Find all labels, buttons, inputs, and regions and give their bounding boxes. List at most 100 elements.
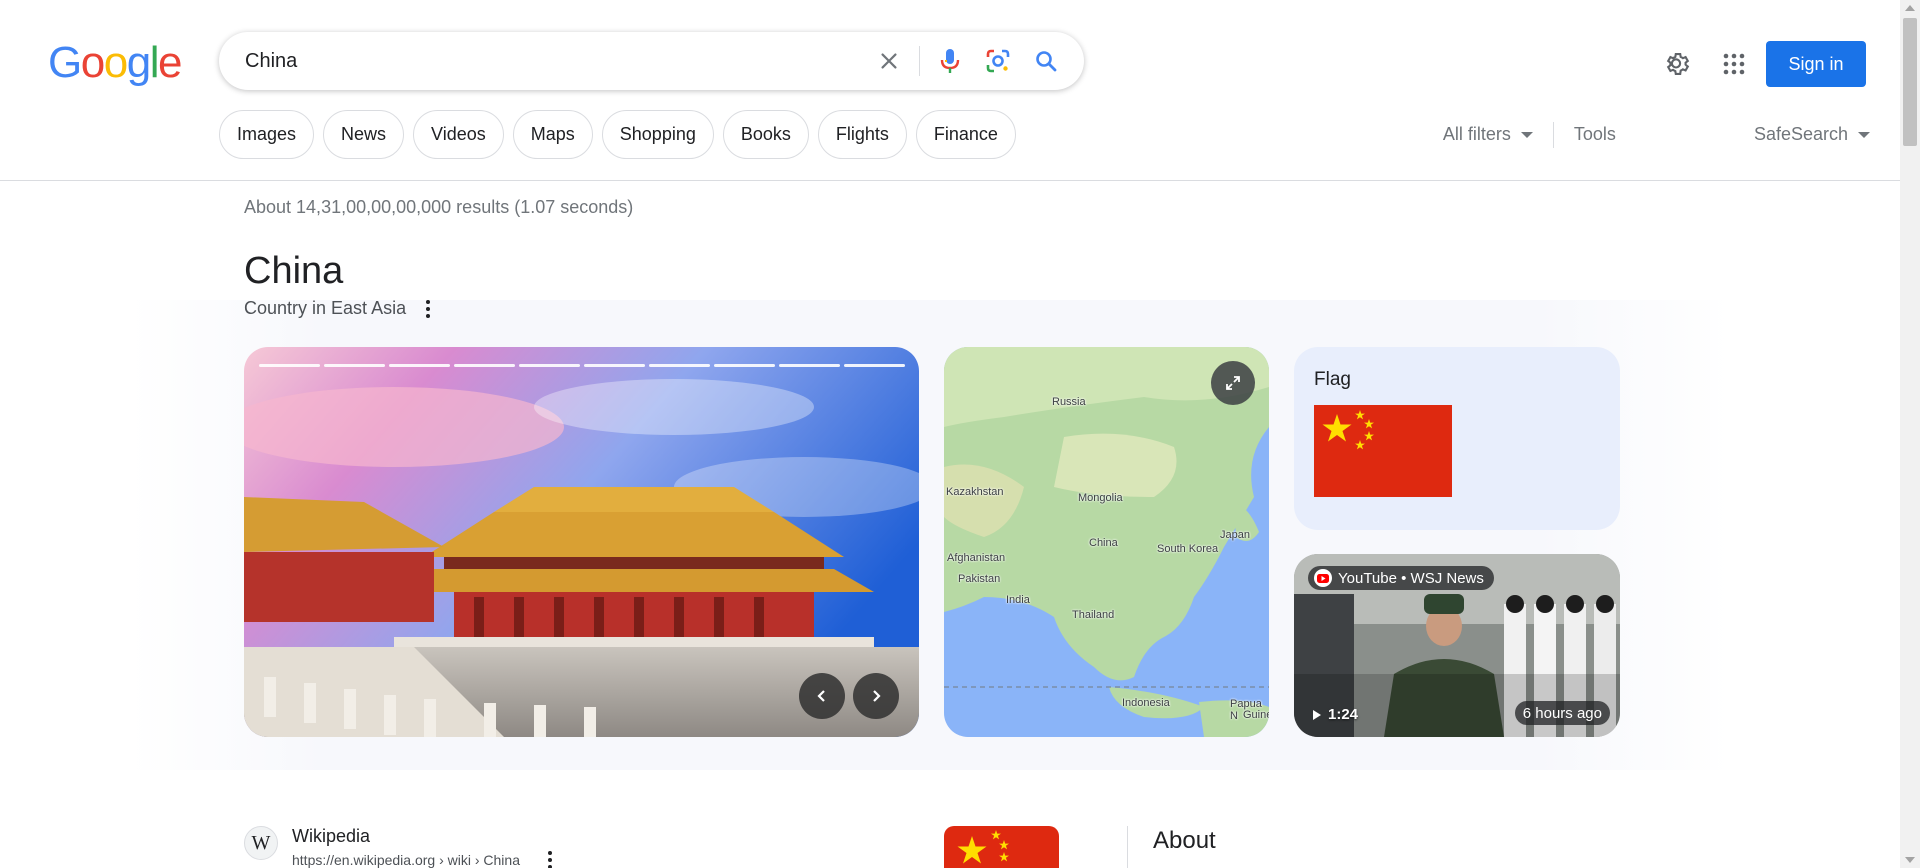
search-type-chips: Images News Videos Maps Shopping Books F… — [219, 110, 1016, 159]
scroll-down-icon[interactable] — [1905, 857, 1915, 863]
china-flag-image — [1314, 405, 1452, 497]
map-label-south-korea: South Korea — [1157, 543, 1219, 555]
chevron-left-icon — [817, 690, 825, 702]
chevron-right-icon — [873, 690, 881, 702]
clear-search-button[interactable] — [865, 32, 913, 90]
map-label-mongolia: Mongolia — [1078, 492, 1123, 504]
video-duration-text: 1:24 — [1328, 706, 1359, 723]
video-card[interactable]: YouTube • WSJ News 1:24 6 hours ago — [1294, 554, 1620, 737]
safesearch-label: SafeSearch — [1753, 124, 1848, 144]
wikipedia-icon: W — [244, 826, 278, 860]
wikipedia-url[interactable]: https://en.wikipedia.org › wiki › China — [292, 851, 560, 868]
progress-segment — [844, 364, 905, 367]
about-divider — [1127, 826, 1128, 868]
scroll-up-icon[interactable] — [1905, 5, 1915, 11]
chevron-down-icon — [1858, 131, 1870, 138]
search-icon — [1036, 51, 1057, 72]
about-heading: About — [1153, 827, 1216, 854]
chip-finance[interactable]: Finance — [915, 110, 1016, 159]
map-label-china: China — [1089, 537, 1118, 549]
logo-letter: g — [126, 38, 151, 87]
map-card[interactable]: Russia Kazakhstan Mongolia China Japan S… — [944, 347, 1269, 737]
carousel-next-button[interactable] — [853, 673, 899, 719]
chip-images[interactable]: Images — [219, 110, 315, 159]
progress-segment — [324, 364, 385, 367]
top-right-actions: Sign in — [1654, 40, 1900, 88]
voice-search-button[interactable] — [926, 32, 974, 90]
progress-segment — [649, 364, 710, 367]
filters-bar: All filters Tools SafeSearch — [1443, 110, 1900, 159]
more-options-icon[interactable] — [418, 299, 438, 318]
more-options-icon[interactable] — [540, 851, 560, 868]
progress-segment — [584, 364, 645, 367]
wikipedia-result[interactable]: W Wikipedia https://en.wikipedia.org › w… — [244, 826, 560, 868]
chip-books[interactable]: Books — [722, 110, 809, 159]
photo-carousel[interactable] — [244, 347, 919, 737]
video-duration: 1:24 — [1312, 706, 1358, 723]
camera-lens-icon — [986, 49, 1010, 73]
flag-card[interactable]: Flag — [1294, 347, 1620, 530]
tools-button[interactable]: Tools — [1574, 124, 1616, 145]
logo-letter: e — [157, 38, 182, 87]
play-icon — [1313, 709, 1321, 720]
chevron-down-icon — [1520, 131, 1533, 138]
chip-news[interactable]: News — [323, 110, 405, 159]
map-label-indonesia: Indonesia — [1122, 697, 1170, 709]
knowledge-panel-title: China — [244, 250, 344, 292]
progress-segment — [714, 364, 775, 367]
expand-icon — [1226, 376, 1240, 390]
filter-divider — [1552, 121, 1554, 148]
logo-letter: l — [149, 38, 160, 87]
logo-letter: o — [103, 38, 128, 87]
video-source-badge: YouTube • WSJ News — [1308, 566, 1494, 590]
search-input[interactable] — [245, 48, 845, 74]
video-age-badge: 6 hours ago — [1514, 701, 1610, 725]
wikipedia-source: Wikipedia https://en.wikipedia.org › wik… — [292, 826, 560, 868]
lens-search-button[interactable] — [974, 32, 1022, 90]
chip-maps[interactable]: Maps — [512, 110, 593, 159]
all-filters-dropdown[interactable]: All filters — [1443, 124, 1533, 145]
china-flag-thumbnail[interactable] — [944, 826, 1059, 868]
search-divider — [919, 46, 920, 76]
flag-label: Flag — [1314, 369, 1351, 390]
vertical-scrollbar[interactable] — [1900, 0, 1920, 868]
sign-in-button[interactable]: Sign in — [1766, 41, 1866, 87]
map-label-thailand: Thailand — [1072, 609, 1115, 621]
search-box — [219, 32, 1084, 90]
microphone-icon — [940, 49, 960, 73]
knowledge-panel-subtitle: Country in East Asia — [244, 298, 438, 319]
map-label-afghanistan: Afghanistan — [947, 552, 1006, 564]
video-source-text: YouTube • WSJ News — [1338, 569, 1484, 587]
header: Google China Sign in Images News Videos … — [0, 0, 1900, 181]
map-label-japan: Japan — [1220, 529, 1250, 541]
subtitle-text: Country in East Asia — [244, 298, 407, 318]
carousel-progress — [259, 364, 905, 367]
progress-segment — [389, 364, 450, 367]
carousel-previous-button[interactable] — [799, 673, 845, 719]
google-logo[interactable]: Google — [48, 38, 182, 88]
all-filters-label: All filters — [1442, 124, 1511, 144]
youtube-icon — [1314, 569, 1332, 587]
map-label-pakistan: Pakistan — [958, 573, 1001, 585]
chip-videos[interactable]: Videos — [413, 110, 504, 159]
search-actions — [865, 32, 1084, 90]
progress-segment — [779, 364, 840, 367]
close-icon — [881, 53, 897, 69]
map-label-russia: Russia — [1052, 396, 1086, 408]
gear-icon — [1666, 53, 1690, 75]
search-button[interactable] — [1022, 32, 1070, 90]
wikipedia-site-name[interactable]: Wikipedia — [292, 826, 560, 847]
safesearch-dropdown[interactable]: SafeSearch — [1754, 124, 1870, 145]
progress-segment — [454, 364, 515, 367]
wikipedia-url-text: https://en.wikipedia.org › wiki › China — [292, 852, 520, 868]
chip-shopping[interactable]: Shopping — [601, 110, 714, 159]
map-label-guinea: Guine — [1243, 709, 1269, 721]
results-stats: About 14,31,00,00,00,000 results (1.07 s… — [244, 197, 634, 217]
settings-button[interactable] — [1654, 40, 1702, 88]
scroll-thumb[interactable] — [1903, 18, 1917, 146]
chip-flights[interactable]: Flights — [817, 110, 907, 159]
apps-button[interactable] — [1710, 40, 1758, 88]
tools-label: Tools — [1573, 124, 1616, 144]
expand-map-button[interactable] — [1211, 361, 1255, 405]
map-label-kazakhstan: Kazakhstan — [946, 486, 1004, 498]
